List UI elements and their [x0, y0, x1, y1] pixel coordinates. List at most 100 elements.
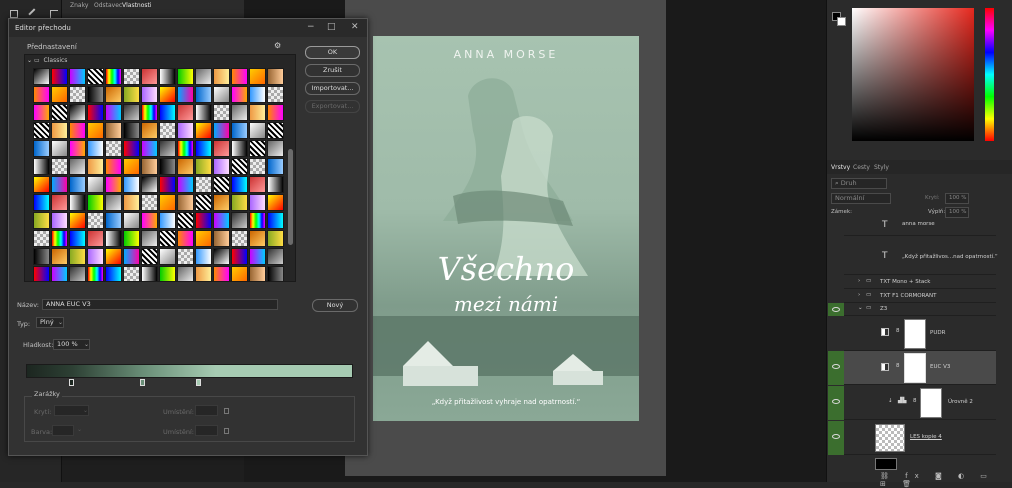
tab-characters[interactable]: Znaky [70, 2, 88, 9]
gradient-preset-swatch[interactable] [195, 68, 212, 85]
gradient-preset-swatch[interactable] [231, 194, 248, 211]
gradient-preset-swatch[interactable] [105, 158, 122, 175]
gradient-preset-swatch[interactable] [87, 158, 104, 175]
gradient-preset-swatch[interactable] [249, 266, 266, 281]
gradient-preset-swatch[interactable] [105, 122, 122, 139]
gradient-preset-swatch[interactable] [33, 104, 50, 121]
gradient-preset-swatch[interactable] [231, 158, 248, 175]
color-picker-field[interactable] [852, 8, 974, 141]
gradient-preset-swatch[interactable] [249, 104, 266, 121]
opacity-field[interactable]: 100 % [945, 193, 969, 204]
gradient-preset-swatch[interactable] [123, 122, 140, 139]
delete-stop-icon[interactable] [224, 408, 229, 414]
gradient-preset-swatch[interactable] [231, 140, 248, 157]
layer-row-euc-v3[interactable]: 8 EUC V3 [844, 351, 996, 385]
gradient-preset-swatch[interactable] [105, 266, 122, 281]
gradient-preset-swatch[interactable] [123, 86, 140, 103]
layer-mask-thumbnail[interactable] [904, 319, 926, 349]
gradient-preset-swatch[interactable] [51, 140, 68, 157]
gradient-preset-swatch[interactable] [51, 248, 68, 265]
gradient-preset-swatch[interactable] [51, 104, 68, 121]
gradient-preset-swatch[interactable] [177, 176, 194, 193]
gradient-preset-swatch[interactable] [195, 266, 212, 281]
gradient-preset-swatch[interactable] [141, 176, 158, 193]
gradient-preset-swatch[interactable] [159, 194, 176, 211]
gradient-preset-swatch[interactable] [213, 212, 230, 229]
gradient-preset-swatch[interactable] [87, 194, 104, 211]
gradient-preset-swatch[interactable] [87, 140, 104, 157]
gradient-preset-swatch[interactable] [231, 176, 248, 193]
gradient-preset-swatch[interactable] [213, 230, 230, 247]
gradient-preset-swatch[interactable] [195, 122, 212, 139]
visibility-toggle[interactable] [828, 386, 844, 420]
gradient-preset-swatch[interactable] [51, 266, 68, 281]
gradient-preset-swatch[interactable] [87, 212, 104, 229]
color-stop[interactable] [196, 379, 201, 386]
chevron-right-icon[interactable]: › [858, 278, 860, 284]
gradient-preset-swatch[interactable] [177, 212, 194, 229]
gradient-preset-swatch[interactable] [159, 140, 176, 157]
layer-row-anna-morse[interactable]: T anna morse [844, 218, 996, 236]
gradient-preset-swatch[interactable] [87, 176, 104, 193]
gradient-preset-swatch[interactable] [69, 68, 86, 85]
gradient-preset-swatch[interactable] [267, 230, 284, 247]
gradient-preset-swatch[interactable] [177, 194, 194, 211]
gradient-preset-swatch[interactable] [267, 86, 284, 103]
gradient-preset-swatch[interactable] [123, 140, 140, 157]
gradient-preset-swatch[interactable] [159, 86, 176, 103]
gradient-preset-swatch[interactable] [159, 266, 176, 281]
gradient-preset-swatch[interactable] [33, 140, 50, 157]
layer-row-pudr[interactable]: 8 PUDR [844, 317, 996, 351]
layer-row-txt-f1-cormorant[interactable]: › ▭ TXT F1 CORMORANT [844, 290, 996, 303]
gradient-preset-swatch[interactable] [141, 266, 158, 281]
gradient-preset-swatch[interactable] [33, 68, 50, 85]
gradient-preset-swatch[interactable] [51, 212, 68, 229]
layer-row-z3[interactable]: ⌄ ▭ Z3 [844, 303, 996, 316]
gradient-preset-swatch[interactable] [123, 212, 140, 229]
gradient-preset-swatch[interactable] [213, 158, 230, 175]
tab-paths[interactable]: Cesty [853, 164, 870, 171]
stop-opacity-field[interactable]: ⌄ [54, 405, 89, 416]
preset-folder-classics[interactable]: ⌄ ▭ Classics [25, 57, 67, 64]
gradient-preset-swatch[interactable] [105, 176, 122, 193]
gradient-preset-swatch[interactable] [141, 104, 158, 121]
gradient-preset-swatch[interactable] [87, 248, 104, 265]
gradient-name-input[interactable]: ANNA EUC V3 [42, 299, 278, 310]
color-stop[interactable] [69, 379, 74, 386]
gradient-preset-swatch[interactable] [195, 86, 212, 103]
gradient-preset-swatch[interactable] [213, 176, 230, 193]
delete-stop-icon[interactable] [224, 428, 229, 434]
gradient-preset-swatch[interactable] [213, 68, 230, 85]
gradient-preset-swatch[interactable] [33, 158, 50, 175]
gradient-preset-swatch[interactable] [267, 266, 284, 281]
maximize-icon[interactable]: □ [327, 22, 336, 32]
layer-kind-filter[interactable]: ⌕ Druh [831, 178, 887, 189]
chevron-right-icon[interactable]: › [858, 292, 860, 298]
gradient-preset-swatch[interactable] [213, 122, 230, 139]
visibility-toggle[interactable] [828, 303, 844, 316]
gradient-preset-swatch[interactable] [231, 248, 248, 265]
gradient-preset-swatch[interactable] [33, 176, 50, 193]
gradient-preset-swatch[interactable] [87, 68, 104, 85]
gradient-preset-swatch[interactable] [87, 104, 104, 121]
gradient-preset-swatch[interactable] [159, 248, 176, 265]
gradient-preset-swatch[interactable] [177, 230, 194, 247]
layer-thumbnail[interactable] [875, 424, 905, 452]
gradient-preset-swatch[interactable] [33, 266, 50, 281]
gradient-preset-swatch[interactable] [141, 194, 158, 211]
gradient-preset-swatch[interactable] [69, 194, 86, 211]
gradient-preset-swatch[interactable] [213, 104, 230, 121]
gradient-preset-swatch[interactable] [267, 212, 284, 229]
gradient-preset-swatch[interactable] [105, 104, 122, 121]
gradient-preset-swatch[interactable] [159, 158, 176, 175]
gradient-preview-bar[interactable] [26, 364, 353, 378]
gradient-preset-swatch[interactable] [213, 194, 230, 211]
gradient-preset-swatch[interactable] [69, 212, 86, 229]
cancel-button[interactable]: Zrušit [305, 64, 360, 77]
gradient-preset-swatch[interactable] [267, 248, 284, 265]
gradient-preset-swatch[interactable] [87, 122, 104, 139]
gradient-preset-swatch[interactable] [267, 194, 284, 211]
gradient-preset-swatch[interactable] [213, 140, 230, 157]
gradient-preset-swatch[interactable] [141, 68, 158, 85]
gradient-preset-swatch[interactable] [51, 86, 68, 103]
